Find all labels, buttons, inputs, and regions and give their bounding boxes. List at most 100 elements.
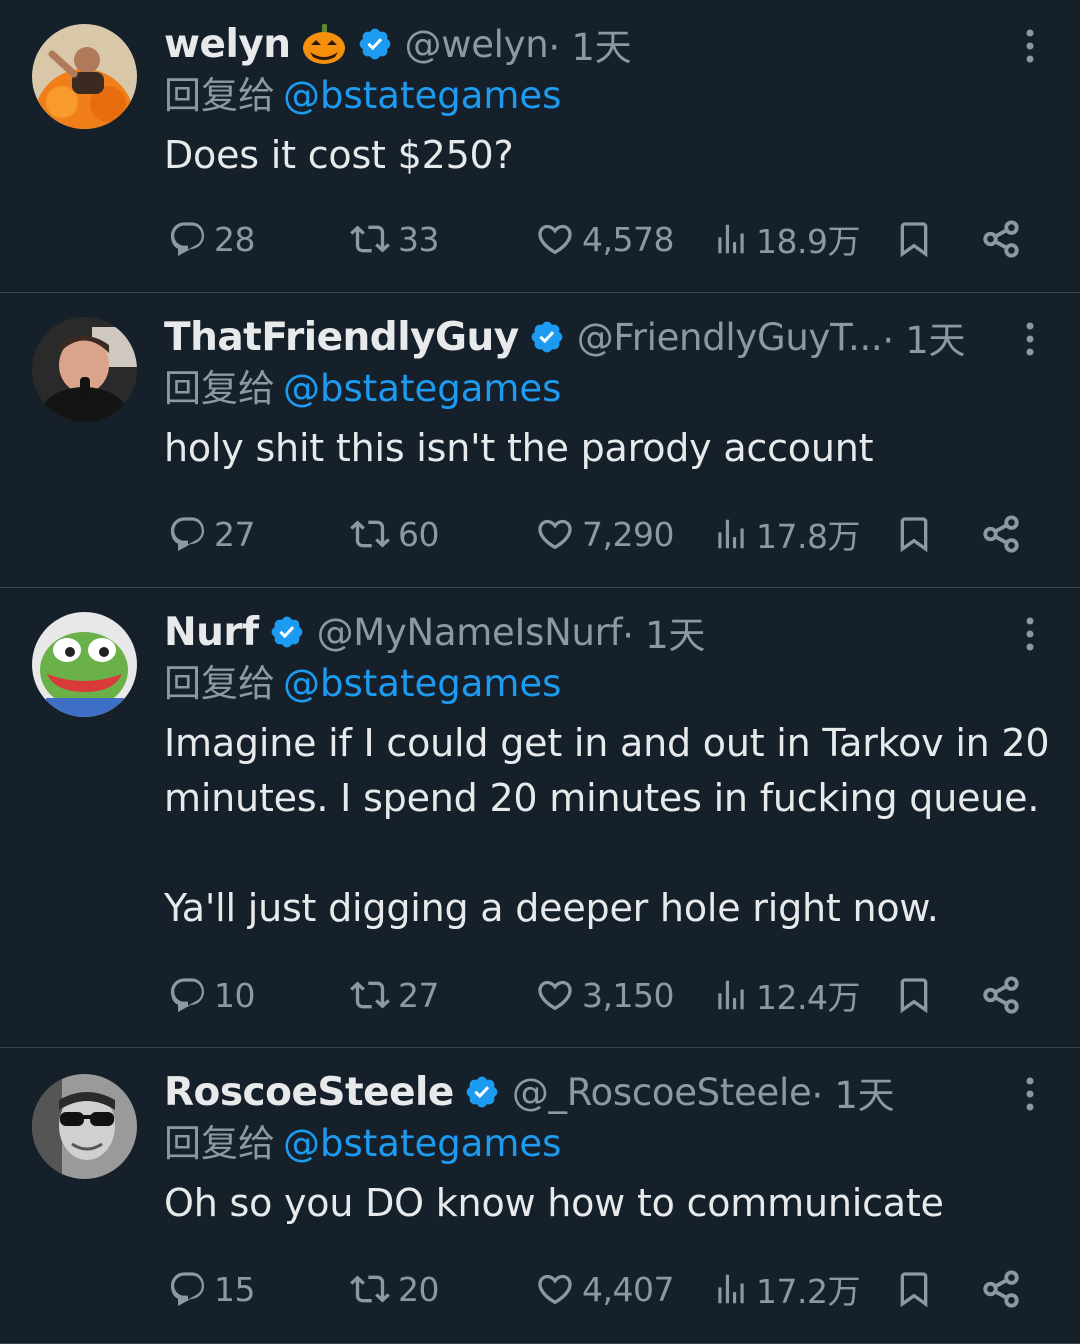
- more-options-icon[interactable]: [1010, 26, 1050, 66]
- verified-badge-icon: [529, 319, 565, 355]
- views-button[interactable]: 12.4万: [712, 970, 860, 1020]
- share-icon: [983, 515, 1019, 553]
- timestamp[interactable]: · 1天: [548, 17, 631, 71]
- views-button[interactable]: 18.9万: [712, 214, 860, 264]
- share-button[interactable]: [980, 214, 1028, 264]
- retweet-icon: [350, 981, 390, 1009]
- handle[interactable]: @MyNameIsNurf: [317, 611, 623, 654]
- retweet-button[interactable]: 20: [348, 1264, 440, 1314]
- reply-icon: [170, 978, 205, 1012]
- reply-count: 27: [214, 514, 256, 554]
- view-count: 12.4万: [756, 978, 860, 1017]
- verified-badge-icon: [357, 26, 393, 62]
- reply-prefix: 回复给: [164, 1122, 275, 1165]
- handle[interactable]: @FriendlyGuyT...: [577, 316, 883, 359]
- like-count: 3,150: [582, 975, 674, 1015]
- reply-prefix: 回复给: [164, 367, 275, 410]
- avatar[interactable]: [32, 1074, 137, 1179]
- reply-button[interactable]: 27: [168, 509, 256, 559]
- timestamp[interactable]: · 1天: [882, 310, 965, 364]
- reply-button[interactable]: 10: [168, 970, 256, 1020]
- heart-icon: [538, 1274, 572, 1305]
- tweet[interactable]: welyn @welyn · 1天 回复给 @bstategames Does i…: [0, 0, 1080, 293]
- verified-badge-icon: [269, 614, 305, 650]
- bookmark-icon: [900, 1272, 928, 1308]
- heart-icon: [538, 224, 572, 255]
- display-name[interactable]: RoscoeSteele: [164, 1070, 454, 1115]
- view-count: 17.2万: [756, 1272, 860, 1311]
- views-chart-icon: [718, 1274, 744, 1304]
- timestamp[interactable]: · 1天: [622, 605, 705, 659]
- tweet[interactable]: RoscoeSteele @_RoscoeSteele · 1天 回复给 @bst…: [0, 1048, 1080, 1344]
- mention-link[interactable]: @bstategames: [283, 1122, 561, 1165]
- reply-count: 15: [214, 1269, 256, 1309]
- reply-context: 回复给 @bstategames: [164, 361, 1050, 417]
- handle[interactable]: @welyn: [405, 23, 549, 66]
- reply-button[interactable]: 15: [168, 1264, 256, 1314]
- avatar[interactable]: [32, 24, 137, 129]
- bookmark-icon: [900, 978, 928, 1014]
- bookmark-icon: [900, 222, 928, 258]
- avatar[interactable]: [32, 612, 137, 717]
- view-count: 18.9万: [756, 222, 860, 261]
- tweet[interactable]: Nurf @MyNameIsNurf · 1天 回复给 @bstategames …: [0, 588, 1080, 1048]
- retweet-button[interactable]: 33: [348, 214, 440, 264]
- reply-prefix: 回复给: [164, 74, 275, 117]
- mention-link[interactable]: @bstategames: [283, 74, 561, 117]
- heart-icon: [538, 519, 572, 550]
- like-button[interactable]: 7,290: [534, 509, 674, 559]
- bookmark-button[interactable]: [894, 509, 940, 559]
- share-icon: [983, 976, 1019, 1014]
- retweet-button[interactable]: 60: [348, 509, 440, 559]
- share-button[interactable]: [980, 509, 1028, 559]
- more-options-icon[interactable]: [1010, 319, 1050, 359]
- reply-icon: [170, 1272, 205, 1306]
- tweet-text: holy shit this isn't the parody account: [164, 426, 874, 470]
- bookmark-button[interactable]: [894, 1264, 940, 1314]
- tweet-text: Does it cost $250?: [164, 133, 514, 177]
- retweet-button[interactable]: 27: [348, 970, 440, 1020]
- display-name[interactable]: ThatFriendlyGuy: [164, 315, 519, 360]
- reply-context: 回复给 @bstategames: [164, 68, 1050, 124]
- retweet-count: 33: [398, 219, 440, 259]
- mention-link[interactable]: @bstategames: [283, 662, 561, 705]
- like-button[interactable]: 4,407: [534, 1264, 674, 1314]
- share-icon: [983, 1270, 1019, 1308]
- retweet-icon: [350, 1275, 390, 1303]
- share-button[interactable]: [980, 1264, 1028, 1314]
- mention-link[interactable]: @bstategames: [283, 367, 561, 410]
- views-chart-icon: [718, 980, 744, 1010]
- views-chart-icon: [718, 224, 744, 254]
- display-name[interactable]: welyn: [164, 22, 291, 67]
- reply-count: 28: [214, 219, 256, 259]
- like-button[interactable]: 3,150: [534, 970, 674, 1020]
- like-count: 4,578: [582, 219, 674, 259]
- views-button[interactable]: 17.8万: [712, 509, 860, 559]
- share-button[interactable]: [980, 970, 1028, 1020]
- bookmark-button[interactable]: [894, 214, 940, 264]
- reply-count: 10: [214, 975, 256, 1015]
- tweet[interactable]: ThatFriendlyGuy @FriendlyGuyT... · 1天 回复…: [0, 293, 1080, 588]
- reply-button[interactable]: 28: [168, 214, 256, 264]
- avatar[interactable]: [32, 317, 137, 422]
- bookmark-button[interactable]: [894, 970, 940, 1020]
- verified-badge-icon: [464, 1074, 500, 1110]
- views-chart-icon: [718, 519, 744, 549]
- tweet-text: Oh so you DO know how to communicate: [164, 1181, 944, 1225]
- retweet-count: 60: [398, 514, 440, 554]
- more-options-icon[interactable]: [1010, 1074, 1050, 1114]
- bookmark-icon: [900, 517, 928, 553]
- handle[interactable]: @_RoscoeSteele: [512, 1071, 812, 1114]
- display-name[interactable]: Nurf: [164, 610, 259, 655]
- views-button[interactable]: 17.2万: [712, 1264, 860, 1314]
- retweet-icon: [350, 520, 390, 548]
- share-icon: [983, 220, 1019, 258]
- tweet-text: Imagine if I could get in and out in Tar…: [164, 721, 1050, 930]
- reply-context: 回复给 @bstategames: [164, 1116, 1050, 1172]
- heart-icon: [538, 980, 572, 1011]
- reply-icon: [170, 222, 205, 256]
- like-button[interactable]: 4,578: [534, 214, 674, 264]
- more-options-icon[interactable]: [1010, 614, 1050, 654]
- timestamp[interactable]: · 1天: [811, 1065, 894, 1119]
- view-count: 17.8万: [756, 517, 860, 556]
